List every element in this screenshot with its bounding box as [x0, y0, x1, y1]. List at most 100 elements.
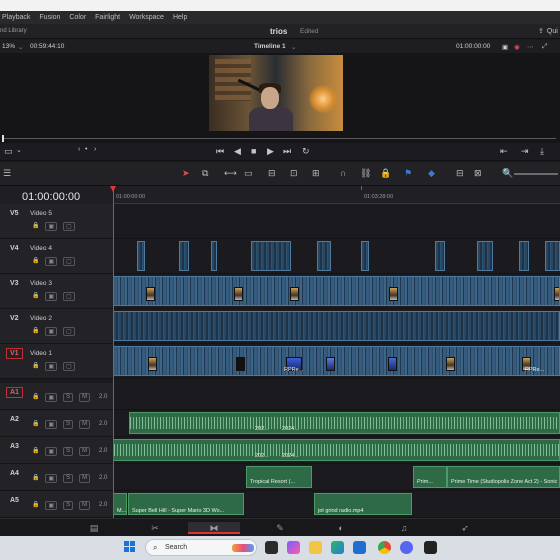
selection-tool-icon[interactable]: ➤	[182, 168, 190, 179]
audio-clip[interactable]: Super Bell Hill - Super Mario 3D Wo...	[128, 493, 244, 515]
timeline-name[interactable]: Timeline 1	[254, 43, 286, 50]
media-page-icon[interactable]: ▤	[87, 522, 101, 534]
auto-select-icon[interactable]: ▣	[45, 292, 58, 301]
menu-fairlight[interactable]: Fairlight	[95, 14, 120, 21]
auto-select-icon[interactable]: ▣	[45, 501, 58, 510]
track-lane-v5[interactable]	[113, 204, 560, 239]
mute-button[interactable]: M	[79, 420, 91, 429]
timeline-view-options-icon[interactable]: ☰	[3, 168, 11, 179]
stop-icon[interactable]: ■	[251, 146, 256, 156]
dynamic-trim-icon[interactable]: ⟷	[224, 168, 237, 179]
audio-clip[interactable]: Tropical Resort (...	[246, 466, 312, 488]
reverse-play-icon[interactable]: ◀	[234, 146, 241, 157]
solo-button[interactable]: S	[63, 501, 74, 510]
timeline-playhead[interactable]	[110, 186, 116, 518]
lock-icon[interactable]: 🔒	[32, 393, 39, 402]
lock-icon[interactable]: 🔒	[32, 292, 39, 301]
go-to-start-icon[interactable]: ⏮	[216, 146, 224, 157]
visibility-icon[interactable]: ▢	[63, 362, 75, 371]
video-clip[interactable]	[251, 241, 291, 271]
menu-playback[interactable]: Playback	[2, 14, 30, 21]
lock-icon[interactable]: 🔒	[32, 327, 39, 336]
timeline-dropdown-icon[interactable]: ⌄	[291, 43, 296, 51]
audio-clip[interactable]: jet grind radio.mp4	[314, 493, 412, 515]
trim-tool-icon[interactable]: ⧉	[202, 168, 208, 179]
scrubber-playhead[interactable]	[2, 135, 4, 142]
edge-icon[interactable]	[331, 541, 344, 554]
taskbar-search[interactable]: ⌕ Search	[145, 539, 257, 556]
go-to-end-icon[interactable]: ⏭	[283, 146, 291, 157]
track-lane-a1[interactable]	[113, 383, 560, 410]
monitor-icon[interactable]: ◉	[514, 43, 520, 51]
jog-dot-icon[interactable]: •	[85, 146, 87, 153]
video-clip[interactable]	[435, 241, 445, 271]
zoom-slider[interactable]	[514, 173, 558, 175]
media-pool-library-label[interactable]: nd Library	[0, 28, 27, 34]
store-icon[interactable]	[353, 541, 366, 554]
track-name[interactable]: Video 5	[30, 210, 52, 217]
video-clip[interactable]	[137, 241, 145, 271]
track-lane-a3[interactable]: 202... 2024...	[113, 437, 560, 464]
fullscreen-icon[interactable]: ⤢	[542, 43, 547, 51]
auto-select-icon[interactable]: ▣	[45, 393, 58, 402]
cut-page-icon[interactable]: ✂	[148, 522, 162, 534]
solo-button[interactable]: S	[63, 393, 74, 402]
track-header-a4[interactable]: A4 🔒 ▣ S M 2.0	[0, 464, 113, 491]
fusion-page-icon[interactable]: ✎	[273, 522, 287, 534]
track-id[interactable]: A1	[6, 387, 23, 398]
video-clip[interactable]	[113, 311, 560, 341]
zoom-full-icon[interactable]: ⊟	[456, 168, 464, 179]
track-lane-v4[interactable]	[113, 239, 560, 274]
replace-clip-icon[interactable]: ⊞	[312, 168, 320, 179]
video-clip[interactable]	[361, 241, 369, 271]
track-name[interactable]: Video 3	[30, 280, 52, 287]
viewer-options-icon[interactable]: ⋯	[527, 43, 534, 51]
visibility-icon[interactable]: ▢	[63, 222, 75, 231]
edit-page-icon[interactable]: ⧓	[188, 522, 240, 534]
next-frame-icon[interactable]: ›	[94, 146, 96, 153]
audio-clip[interactable]	[113, 439, 560, 461]
chrome-icon[interactable]	[378, 541, 391, 554]
auto-select-icon[interactable]: ▣	[45, 474, 58, 483]
track-name[interactable]: Video 1	[30, 350, 52, 357]
snapping-icon[interactable]: ∩	[340, 168, 346, 178]
viewer-scrubber[interactable]	[0, 135, 560, 143]
loop-icon[interactable]: ↻	[302, 146, 310, 157]
audio-clip[interactable]: Prim...	[413, 466, 447, 488]
timeline-ruler[interactable]: 01:00:00:00 01:03:28:00	[113, 186, 560, 204]
menu-help[interactable]: Help	[173, 14, 187, 21]
video-clip[interactable]	[519, 241, 529, 271]
lock-icon[interactable]: 🔒	[32, 474, 39, 483]
solo-button[interactable]: S	[63, 474, 74, 483]
auto-select-icon[interactable]: ▣	[45, 447, 58, 456]
audio-clip[interactable]	[129, 412, 560, 434]
zoom-level[interactable]: 13%	[2, 43, 15, 50]
audio-clip[interactable]: M...	[113, 493, 127, 515]
track-name[interactable]: Video 2	[30, 315, 52, 322]
lock-icon[interactable]: 🔒	[32, 420, 39, 429]
track-lane-a5[interactable]: M... Super Bell Hill - Super Mario 3D Wo…	[113, 491, 560, 518]
mark-in-icon[interactable]: ⇤	[500, 146, 508, 157]
viewer-size-dropdown-icon[interactable]: ⌄	[16, 146, 22, 154]
track-lane-v1[interactable]: RPRe... RPRe...	[113, 344, 560, 379]
lock-icon[interactable]: 🔒	[32, 257, 39, 266]
visibility-icon[interactable]: ▢	[63, 327, 75, 336]
viewer-size-icon[interactable]: ▭	[4, 146, 13, 157]
play-icon[interactable]: ▶	[267, 146, 274, 157]
track-header-v5[interactable]: V5 Video 5 🔒 ▣ ▢	[0, 204, 113, 239]
copilot-icon[interactable]	[287, 541, 300, 554]
video-clip[interactable]	[179, 241, 189, 271]
task-view-icon[interactable]	[265, 541, 278, 554]
video-clip[interactable]	[113, 276, 560, 306]
menu-color[interactable]: Color	[69, 14, 86, 21]
track-header-v1[interactable]: V1 Video 1 🔒 ▣ ▢	[0, 344, 113, 379]
windows-start-icon[interactable]	[124, 541, 136, 553]
track-lane-a4[interactable]: Tropical Resort (... Prim... Prime Time …	[113, 464, 560, 491]
video-clip[interactable]	[211, 241, 217, 271]
menu-fusion[interactable]: Fusion	[39, 14, 60, 21]
lock-icon[interactable]: 🔒	[32, 501, 39, 510]
mute-button[interactable]: M	[79, 501, 91, 510]
track-id[interactable]: V1	[6, 348, 23, 359]
lock-icon[interactable]: 🔒	[32, 447, 39, 456]
position-lock-icon[interactable]: 🔒	[380, 168, 391, 179]
